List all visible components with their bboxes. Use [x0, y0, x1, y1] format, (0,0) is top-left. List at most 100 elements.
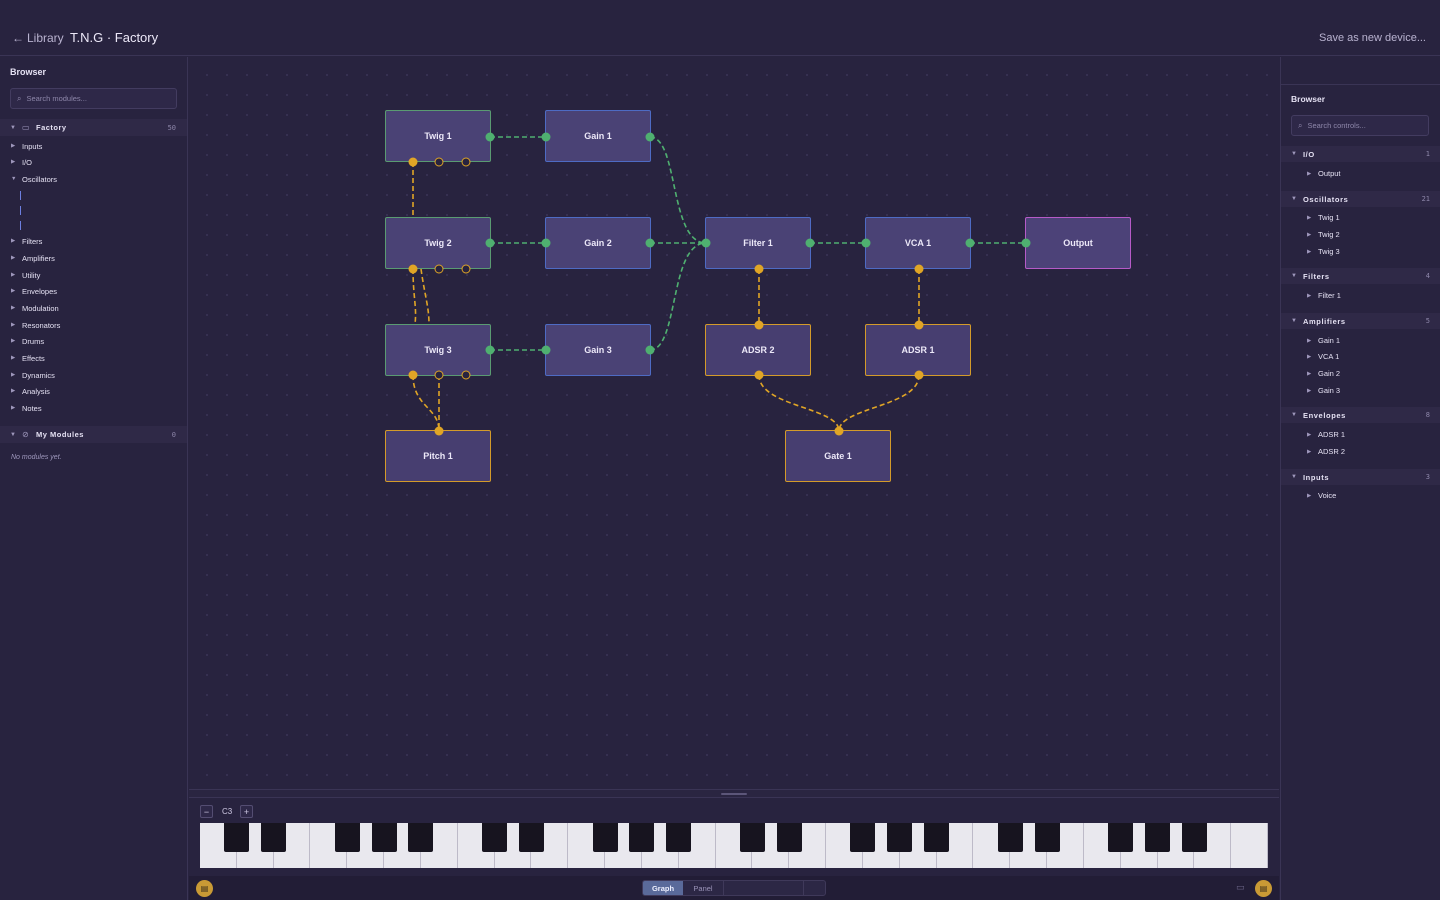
octave-up-button[interactable]: + [240, 805, 253, 818]
category-oscillators[interactable]: ▼ Oscillators [0, 172, 187, 186]
black-key[interactable] [408, 823, 434, 852]
control-item[interactable]: ▶ Twig 2 [1281, 227, 1440, 242]
category-inputs[interactable]: ▶ Inputs [0, 139, 187, 153]
audio-output-port[interactable] [645, 132, 655, 142]
black-key[interactable] [1108, 823, 1134, 852]
graph-canvas[interactable]: Twig 1 Gain 1 Twig 2 Gain 2 Filter 1 VCA… [189, 57, 1279, 789]
module-search-box[interactable]: ⌕ [10, 88, 177, 109]
control-item[interactable]: ▶ Output [1281, 166, 1440, 181]
category-drums[interactable]: ▶ Drums [0, 334, 187, 348]
mod-port[interactable] [754, 320, 764, 330]
category-modulation[interactable]: ▶ Modulation [0, 301, 187, 315]
node-adsr1[interactable]: ADSR 1 [865, 324, 971, 376]
black-key[interactable] [261, 823, 287, 852]
node-twig1[interactable]: Twig 1 [385, 110, 491, 162]
mod-port[interactable] [914, 320, 924, 330]
node-filter1[interactable]: Filter 1 [705, 217, 811, 269]
node-gain3[interactable]: Gain 3 [545, 324, 651, 376]
group-filters[interactable]: ▼ Filters 4 [1281, 268, 1440, 284]
node-gain2[interactable]: Gain 2 [545, 217, 651, 269]
black-key[interactable] [850, 823, 876, 852]
black-key[interactable] [518, 823, 544, 852]
controls-search-input[interactable] [1307, 121, 1418, 130]
category-notes[interactable]: ▶ Notes [0, 401, 187, 415]
category-resonators[interactable]: ▶ Resonators [0, 318, 187, 332]
piano-keyboard[interactable] [200, 823, 1268, 868]
category-amplifiers[interactable]: ▶ Amplifiers [0, 251, 187, 265]
control-item[interactable]: ▶ Gain 1 [1281, 333, 1440, 348]
node-gain1[interactable]: Gain 1 [545, 110, 651, 162]
mod-port[interactable] [914, 370, 924, 380]
group-envelopes[interactable]: ▼ Envelopes 8 [1281, 407, 1440, 423]
black-key[interactable] [887, 823, 913, 852]
audio-input-port[interactable] [541, 238, 551, 248]
white-key[interactable] [1231, 823, 1268, 868]
mod-port[interactable] [914, 264, 924, 274]
mod-port-empty[interactable] [434, 157, 444, 167]
mod-port[interactable] [434, 426, 444, 436]
audio-input-port[interactable] [701, 238, 711, 248]
group-amplifiers[interactable]: ▼ Amplifiers 5 [1281, 313, 1440, 329]
node-adsr2[interactable]: ADSR 2 [705, 324, 811, 376]
audio-output-port[interactable] [485, 132, 495, 142]
audio-output-port[interactable] [485, 345, 495, 355]
audio-output-port[interactable] [645, 345, 655, 355]
mod-port-empty[interactable] [434, 264, 444, 274]
mod-port[interactable] [408, 370, 418, 380]
category-envelopes[interactable]: ▶ Envelopes [0, 284, 187, 298]
mod-port-empty[interactable] [461, 370, 471, 380]
audio-output-port[interactable] [645, 238, 655, 248]
control-item[interactable]: ▶ ADSR 2 [1281, 444, 1440, 459]
mod-port-empty[interactable] [461, 264, 471, 274]
tab-panel[interactable]: Panel [683, 881, 723, 895]
octave-down-button[interactable]: − [200, 805, 213, 818]
audio-output-port[interactable] [805, 238, 815, 248]
category-dynamics[interactable]: ▶ Dynamics [0, 368, 187, 382]
audio-output-port[interactable] [965, 238, 975, 248]
node-pitch1[interactable]: Pitch 1 [385, 430, 491, 482]
group-oscillators[interactable]: ▼ Oscillators 21 [1281, 191, 1440, 207]
category-utility[interactable]: ▶ Utility [0, 268, 187, 282]
category-analysis[interactable]: ▶ Analysis [0, 384, 187, 398]
layout-icon[interactable]: ▭ [1236, 882, 1245, 893]
my-modules-group-header[interactable]: ▼ ⊘ My Modules 0 [0, 426, 187, 443]
category-effects[interactable]: ▶ Effects [0, 351, 187, 365]
black-key[interactable] [1181, 823, 1207, 852]
node-gate1[interactable]: Gate 1 [785, 430, 891, 482]
control-item[interactable]: ▶ ADSR 1 [1281, 427, 1440, 442]
node-twig2[interactable]: Twig 2 [385, 217, 491, 269]
control-item[interactable]: ▶ Filter 1 [1281, 288, 1440, 303]
black-key[interactable] [334, 823, 360, 852]
mod-port[interactable] [754, 370, 764, 380]
panel-toggle-left-icon[interactable]: ▤ [196, 880, 213, 897]
mod-port-empty[interactable] [434, 370, 444, 380]
node-vca1[interactable]: VCA 1 [865, 217, 971, 269]
tab-graph[interactable]: Graph [643, 881, 683, 895]
back-to-library-link[interactable]: ← Library [12, 31, 64, 45]
black-key[interactable] [482, 823, 508, 852]
group-io[interactable]: ▼ I/O 1 [1281, 146, 1440, 162]
black-key[interactable] [629, 823, 655, 852]
control-item[interactable]: ▶ Voice [1281, 488, 1440, 503]
audio-output-port[interactable] [485, 238, 495, 248]
black-key[interactable] [666, 823, 692, 852]
mod-port-empty[interactable] [461, 157, 471, 167]
controls-search-box[interactable]: ⌕ [1291, 115, 1429, 136]
audio-input-port[interactable] [861, 238, 871, 248]
factory-group-header[interactable]: ▼ ▭ Factory 50 [0, 119, 187, 136]
control-item[interactable]: ▶ Twig 1 [1281, 210, 1440, 225]
category-filters[interactable]: ▶ Filters [0, 234, 187, 248]
audio-input-port[interactable] [1021, 238, 1031, 248]
black-key[interactable] [924, 823, 950, 852]
mod-port[interactable] [408, 157, 418, 167]
black-key[interactable] [1145, 823, 1171, 852]
save-as-new-device-button[interactable]: Save as new device... [1319, 32, 1426, 44]
mod-port[interactable] [834, 426, 844, 436]
tab-placeholder[interactable] [723, 881, 803, 895]
black-key[interactable] [371, 823, 397, 852]
black-key[interactable] [1034, 823, 1060, 852]
control-item[interactable]: ▶ Twig 3 [1281, 244, 1440, 259]
module-search-input[interactable] [26, 94, 147, 103]
black-key[interactable] [224, 823, 250, 852]
control-item[interactable]: ▶ VCA 1 [1281, 349, 1440, 364]
